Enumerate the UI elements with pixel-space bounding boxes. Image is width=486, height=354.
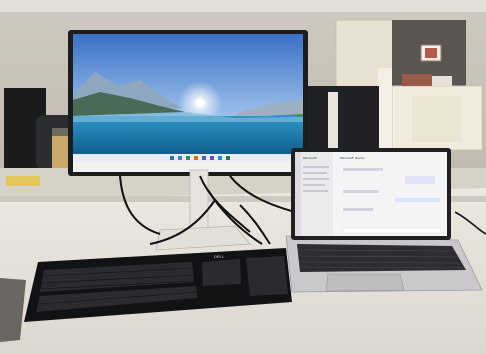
laptop-chat-title: Microsoft Teams: [340, 156, 365, 160]
monitor-wallpaper: [73, 34, 303, 162]
monitor-chin: [73, 162, 303, 172]
laptop-sidebar-heading: Microsoft: [303, 156, 317, 160]
keyboard-brand-label: DELL: [214, 254, 225, 259]
box-on-cabinet: [402, 74, 432, 86]
rear-monitor-stand: [328, 92, 338, 150]
laptop-touchpad: [325, 273, 405, 292]
desk-photo: Microsoft Microsoft Teams DELL: [0, 0, 486, 354]
box-on-cabinet-2: [432, 76, 452, 86]
laptop-app-rail: [295, 152, 301, 236]
monitor-neck: [189, 169, 209, 233]
ceiling-strip: [0, 0, 486, 12]
cabinet-vent-grid: [412, 96, 462, 142]
picture-content: [425, 48, 437, 58]
cabinet-column: [378, 68, 392, 150]
yellow-notepad: [6, 176, 40, 186]
rear-monitor: [307, 86, 379, 148]
